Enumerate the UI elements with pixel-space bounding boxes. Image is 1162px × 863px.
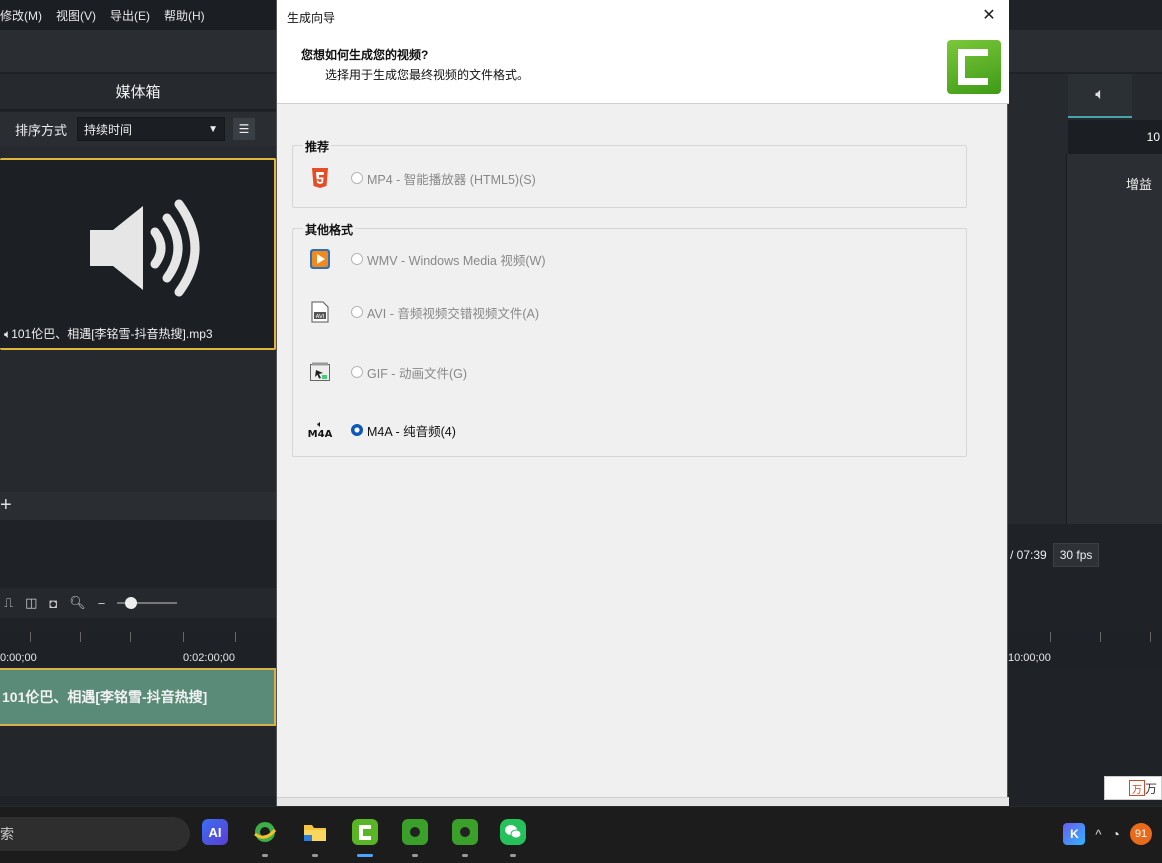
chevron-up-icon[interactable]: ^ bbox=[1095, 827, 1101, 842]
recommended-group: 推荐 MP4 - 智能播放器 (HTML5)(S) bbox=[292, 138, 967, 208]
option-wmv[interactable]: WMV - Windows Media 视频(W) bbox=[293, 245, 545, 273]
gif-icon bbox=[309, 360, 331, 384]
media-item[interactable]: 🔈︎101伦巴、相遇[李铭雪-抖音热搜].mp3 bbox=[0, 158, 276, 350]
option-m4a-label: M4A - 纯音频(4) bbox=[367, 424, 456, 439]
taskbar: 索 AI K ^ ◔ 91 bbox=[0, 806, 1162, 863]
speaker-icon bbox=[90, 199, 200, 297]
dialog-titlebar: 生成向导 ✕ bbox=[277, 0, 1009, 30]
wechat-icon[interactable] bbox=[500, 819, 526, 845]
properties-panel: 🔈︎ 10 增益 bbox=[1008, 74, 1162, 524]
dialog-header: 您想如何生成您的视频? 选择用于生成您最终视频的文件格式。 bbox=[277, 30, 1009, 104]
avi-icon: AVI bbox=[309, 300, 331, 324]
radio-mp4[interactable] bbox=[351, 172, 363, 184]
sort-order-icon[interactable]: ☰ bbox=[233, 118, 256, 140]
time-total: / 07:39 bbox=[1010, 548, 1047, 562]
dialog-footer bbox=[277, 797, 1009, 806]
folder-icon[interactable] bbox=[302, 819, 328, 845]
properties-bar: 10 bbox=[1068, 120, 1162, 154]
m4a-icon: 🔈︎ M4A bbox=[307, 419, 333, 441]
option-mp4-label: MP4 - 智能播放器 (HTML5)(S) bbox=[367, 172, 536, 187]
media-file-label: 101伦巴、相遇[李铭雪-抖音热搜].mp3 bbox=[11, 327, 213, 341]
timeline-clip[interactable]: 101伦巴、相遇[李铭雪-抖音热搜] bbox=[0, 668, 276, 726]
ruler-label-10min: 10:00;00 bbox=[1008, 652, 1051, 664]
widget-logo-icon: 万 bbox=[1129, 780, 1145, 796]
timeline-track bbox=[0, 726, 276, 796]
transport-row: / 07:39 30 fps bbox=[1008, 540, 1162, 570]
option-gif-label: GIF - 动画文件(G) bbox=[367, 366, 467, 381]
media-bin-header: 媒体箱 bbox=[0, 74, 276, 110]
wmv-icon bbox=[309, 247, 331, 271]
timeline-toolbar: ⎍ ◫ ◘ 🔍︎ − bbox=[0, 588, 276, 618]
zoom-out-icon[interactable]: − bbox=[98, 596, 106, 611]
camtasia-logo-icon bbox=[947, 40, 1001, 94]
audio-tab[interactable]: 🔈︎ bbox=[1068, 74, 1132, 118]
speaker-tab-icon: 🔈︎ bbox=[1095, 86, 1105, 103]
browser-icon[interactable] bbox=[252, 819, 278, 845]
other-formats-group: 其他格式 WMV - Windows Media 视频(W) AVI AVI -… bbox=[292, 221, 967, 457]
ruler-label-start: 0:00;00 bbox=[0, 652, 37, 664]
zoom-search-icon[interactable]: 🔍︎ bbox=[69, 595, 86, 611]
menu-export[interactable]: 导出(E) bbox=[110, 7, 150, 24]
dialog-title: 生成向导 bbox=[287, 11, 336, 25]
svg-text:AVI: AVI bbox=[316, 314, 325, 320]
camera-icon[interactable]: ◘ bbox=[49, 596, 57, 611]
dialog-subtitle: 选择用于生成您最终视频的文件格式。 bbox=[325, 68, 530, 82]
clip-label: 101伦巴、相遇[李铭雪-抖音热搜] bbox=[2, 689, 208, 705]
recommended-group-title: 推荐 bbox=[303, 138, 332, 155]
other-formats-title: 其他格式 bbox=[303, 221, 356, 238]
html5-icon bbox=[309, 166, 331, 190]
widget-text: 万 bbox=[1145, 781, 1158, 796]
fps-button[interactable]: 30 fps bbox=[1052, 543, 1100, 567]
ruler-label-2min: 0:02:00;00 bbox=[183, 652, 235, 664]
option-mp4[interactable]: MP4 - 智能播放器 (HTML5)(S) bbox=[293, 164, 536, 192]
desktop-widget[interactable]: 万 万 bbox=[1104, 776, 1162, 800]
network-icon[interactable]: ◔ bbox=[1112, 826, 1120, 842]
properties-body bbox=[1066, 154, 1162, 524]
k-app-icon[interactable]: K bbox=[1063, 823, 1086, 845]
sort-value: 持续时间 bbox=[84, 122, 133, 137]
add-media-button[interactable]: + bbox=[0, 492, 20, 520]
zoom-slider[interactable] bbox=[117, 597, 178, 609]
m4a-icon-text: M4A bbox=[307, 429, 333, 440]
gain-label: 增益 bbox=[1126, 177, 1153, 192]
menu-help[interactable]: 帮助(H) bbox=[164, 7, 205, 24]
sort-select[interactable]: 持续时间 ▼ bbox=[77, 117, 226, 141]
radio-gif[interactable] bbox=[351, 366, 363, 378]
media-bin-title: 媒体箱 bbox=[115, 84, 161, 101]
option-gif[interactable]: GIF - 动画文件(G) bbox=[293, 358, 467, 386]
taskbar-search[interactable]: 索 bbox=[0, 817, 190, 851]
recorder-icon[interactable] bbox=[402, 819, 428, 845]
dialog-question: 您想如何生成您的视频? bbox=[301, 48, 429, 62]
menu-bar: 修改(M) 视图(V) 导出(E) 帮助(H) bbox=[0, 0, 280, 30]
option-m4a[interactable]: 🔈︎ M4A M4A - 纯音频(4) bbox=[293, 416, 456, 444]
menu-view[interactable]: 视图(V) bbox=[56, 7, 96, 24]
media-bin-footer: + bbox=[0, 492, 276, 520]
cut-icon[interactable]: ⎍ bbox=[4, 595, 13, 611]
notification-badge[interactable]: 91 bbox=[1130, 823, 1152, 845]
search-text: 索 bbox=[0, 826, 14, 842]
radio-avi[interactable] bbox=[351, 306, 363, 318]
radio-wmv[interactable] bbox=[351, 253, 363, 265]
menu-modify[interactable]: 修改(M) bbox=[0, 7, 42, 24]
split-icon[interactable]: ◫ bbox=[25, 595, 37, 611]
system-tray: K ^ ◔ 91 bbox=[1063, 817, 1162, 851]
zoom-slider-knob[interactable] bbox=[125, 597, 138, 609]
sort-label: 排序方式 bbox=[15, 122, 68, 138]
ai-app-icon[interactable]: AI bbox=[202, 819, 228, 845]
option-wmv-label: WMV - Windows Media 视频(W) bbox=[367, 253, 546, 268]
production-wizard-dialog: 生成向导 ✕ 您想如何生成您的视频? 选择用于生成您最终视频的文件格式。 推荐 … bbox=[276, 0, 1009, 806]
sort-row: 排序方式 持续时间 ▼ ☰ bbox=[0, 112, 276, 146]
recorder-2-icon[interactable] bbox=[452, 819, 478, 845]
close-icon[interactable]: ✕ bbox=[977, 4, 1001, 26]
media-bin-panel: 🔈︎101伦巴、相遇[李铭雪-抖音热搜].mp3 bbox=[0, 146, 276, 496]
chevron-down-icon: ▼ bbox=[208, 123, 219, 135]
radio-m4a[interactable] bbox=[351, 424, 363, 436]
option-avi-label: AVI - 音频视频交错视频文件(A) bbox=[367, 306, 539, 321]
option-avi[interactable]: AVI AVI - 音频视频交错视频文件(A) bbox=[293, 298, 539, 326]
media-file-name: 🔈︎101伦巴、相遇[李铭雪-抖音热搜].mp3 bbox=[4, 325, 213, 342]
camtasia-taskbar-icon[interactable] bbox=[352, 819, 378, 845]
